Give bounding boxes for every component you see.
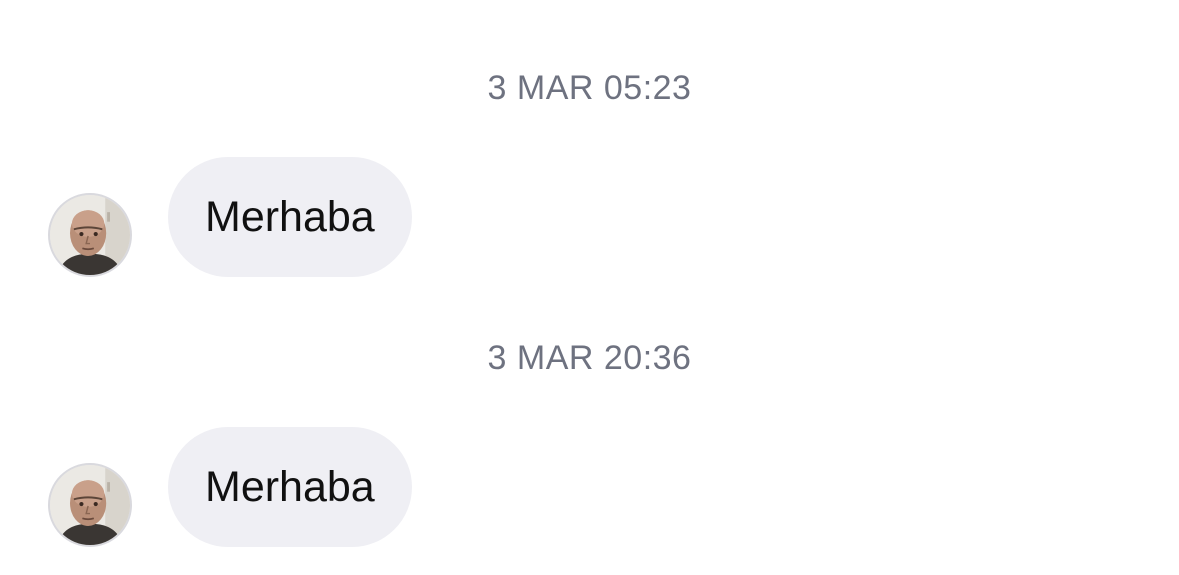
message-text: Merhaba — [205, 193, 375, 241]
message-bubble[interactable]: Merhaba — [168, 427, 412, 547]
sender-avatar[interactable] — [48, 463, 132, 547]
message-text: Merhaba — [205, 463, 375, 511]
avatar-photo-icon — [50, 465, 130, 545]
message-thread: 3 MAR 05:23 Merhaba 3 MAR 20:36 Merhaba — [0, 0, 1179, 575]
incoming-message-row: Merhaba — [0, 427, 1179, 547]
message-timestamp: 3 MAR 05:23 — [487, 69, 692, 107]
message-bubble[interactable]: Merhaba — [168, 157, 412, 277]
sender-avatar[interactable] — [48, 193, 132, 277]
avatar-photo-icon — [50, 195, 130, 275]
message-timestamp: 3 MAR 20:36 — [487, 339, 692, 377]
incoming-message-row: Merhaba — [0, 157, 1179, 277]
